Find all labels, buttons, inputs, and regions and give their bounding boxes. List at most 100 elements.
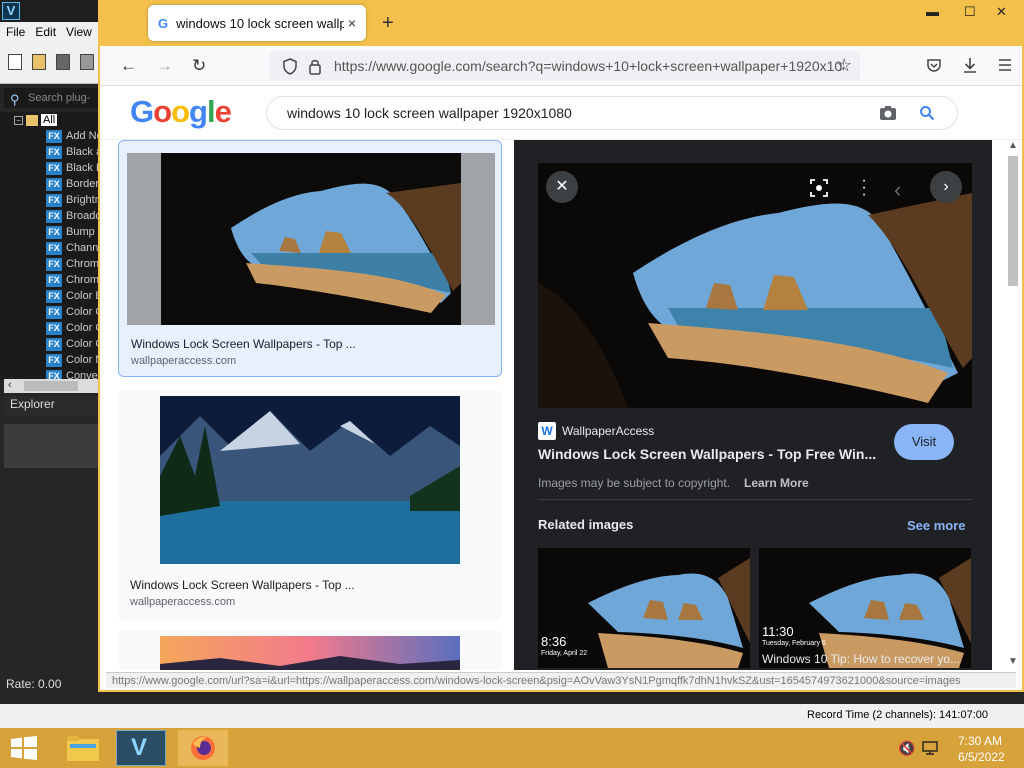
active-tab[interactable]: G windows 10 lock screen wallpaper 1920x… bbox=[148, 5, 366, 41]
result-title[interactable]: Windows Lock Screen Wallpapers - Top ... bbox=[131, 337, 356, 351]
related-date: Friday, April 22 bbox=[541, 650, 588, 657]
clock-time[interactable]: 7:30 AM bbox=[958, 734, 1002, 748]
scroll-down-icon[interactable]: ▼ bbox=[1008, 656, 1018, 667]
related-caption[interactable]: Windows 10 Tip: How to recover yo... bbox=[762, 652, 960, 666]
plugin-item[interactable]: FX Color G bbox=[0, 320, 100, 336]
firefox-icon bbox=[191, 736, 215, 760]
related-image[interactable]: 11:30 Tuesday, February 6 Windows 10 Tip… bbox=[759, 548, 971, 668]
new-file-icon[interactable] bbox=[8, 54, 22, 70]
result-title[interactable]: Windows Lock Screen Wallpapers - Top ... bbox=[130, 578, 355, 592]
plugin-search-input[interactable]: ⚲ Search plug-ins bbox=[4, 88, 100, 124]
scroll-thumb[interactable] bbox=[1008, 156, 1018, 286]
result-source[interactable]: wallpaperaccess.com bbox=[130, 596, 235, 608]
google-header: Google windows 10 lock screen wallpaper … bbox=[100, 86, 1022, 140]
plugin-item[interactable]: FX Add No bbox=[0, 128, 100, 144]
file-explorer-taskbar-button[interactable] bbox=[58, 730, 108, 766]
related-time: 11:30 bbox=[762, 624, 794, 639]
shield-icon[interactable] bbox=[282, 58, 298, 75]
menu-icon[interactable] bbox=[998, 58, 1012, 72]
windows-logo-icon bbox=[11, 736, 37, 760]
address-bar[interactable]: https://www.google.com/search?q=windows+… bbox=[270, 51, 860, 81]
open-folder-icon[interactable] bbox=[32, 54, 46, 70]
lake-thumbnail[interactable] bbox=[160, 396, 460, 564]
collapse-icon[interactable]: − bbox=[14, 116, 23, 125]
plugin-item[interactable]: FX Chrom bbox=[0, 272, 100, 288]
preview-title[interactable]: Windows Lock Screen Wallpapers - Top Fre… bbox=[538, 446, 876, 462]
lens-icon[interactable] bbox=[810, 179, 828, 197]
tree-horizontal-scrollbar[interactable]: ‹ bbox=[4, 379, 100, 393]
plugin-item[interactable]: FX Color G bbox=[0, 336, 100, 352]
plugin-item[interactable]: FX Broadc bbox=[0, 208, 100, 224]
prev-image-icon[interactable]: ‹ bbox=[894, 177, 901, 203]
scroll-thumb[interactable] bbox=[24, 381, 78, 391]
tab-close-icon[interactable]: × bbox=[348, 15, 356, 31]
visit-button[interactable]: Visit bbox=[894, 424, 954, 460]
fx-icon: FX bbox=[46, 241, 62, 255]
next-image-button[interactable]: › bbox=[930, 171, 962, 203]
menu-file[interactable]: File bbox=[6, 25, 25, 39]
sunset-thumbnail[interactable] bbox=[160, 636, 460, 670]
back-icon[interactable]: ← bbox=[120, 56, 137, 76]
forward-icon[interactable]: → bbox=[156, 56, 173, 76]
search-icon[interactable] bbox=[919, 105, 935, 121]
result-source[interactable]: wallpaperaccess.com bbox=[131, 355, 236, 367]
network-icon[interactable] bbox=[922, 740, 938, 756]
speaker-muted-icon[interactable]: 🔇 bbox=[898, 740, 915, 757]
firefox-taskbar-button[interactable] bbox=[178, 730, 228, 766]
learn-more-link[interactable]: Learn More bbox=[744, 476, 809, 490]
clock-date[interactable]: 6/5/2022 bbox=[958, 750, 1005, 764]
maximize-button[interactable]: ☐ bbox=[964, 4, 976, 20]
close-preview-button[interactable]: ✕ bbox=[546, 171, 578, 203]
minimize-button[interactable]: ▬ bbox=[926, 4, 939, 19]
downloads-icon[interactable] bbox=[962, 56, 978, 74]
plugin-item[interactable]: FX Brightn bbox=[0, 192, 100, 208]
cave-preview-image[interactable] bbox=[538, 163, 972, 408]
new-tab-button[interactable]: + bbox=[382, 12, 394, 35]
plugin-item[interactable]: FX Black a bbox=[0, 144, 100, 160]
related-image[interactable]: 8:36 Friday, April 22 bbox=[538, 548, 750, 668]
scroll-up-icon[interactable]: ▲ bbox=[1008, 140, 1018, 151]
browser-window: G windows 10 lock screen wallpaper 1920x… bbox=[98, 0, 1024, 692]
preview-scrollbar[interactable]: ▲ ▼ bbox=[992, 140, 1022, 670]
plugin-item[interactable]: FX Black F bbox=[0, 160, 100, 176]
cave-thumbnail[interactable] bbox=[161, 153, 461, 325]
search-query[interactable]: windows 10 lock screen wallpaper 1920x10… bbox=[287, 105, 572, 121]
plugin-item[interactable]: FX Color M bbox=[0, 352, 100, 368]
explorer-panel bbox=[4, 424, 100, 468]
editor-toolbar bbox=[0, 42, 100, 84]
google-favicon-icon: G bbox=[158, 15, 169, 31]
cut-icon[interactable] bbox=[80, 54, 94, 70]
camera-icon[interactable] bbox=[879, 105, 897, 121]
see-more-link[interactable]: See more bbox=[907, 518, 966, 533]
lock-icon[interactable] bbox=[308, 58, 322, 75]
plugin-item[interactable]: FX Chrom bbox=[0, 256, 100, 272]
fx-icon: FX bbox=[46, 177, 62, 191]
menu-view[interactable]: View bbox=[66, 25, 92, 39]
pocket-icon[interactable] bbox=[926, 57, 942, 73]
related-thumbnail bbox=[759, 548, 971, 668]
google-logo[interactable]: Google bbox=[130, 94, 232, 130]
reload-icon[interactable]: ↻ bbox=[192, 56, 206, 76]
save-icon[interactable] bbox=[56, 54, 70, 70]
more-options-icon[interactable]: · · · bbox=[858, 173, 870, 203]
plugin-item[interactable]: FX Border bbox=[0, 176, 100, 192]
plugin-item[interactable]: FX Bump M bbox=[0, 224, 100, 240]
plugin-item[interactable]: FX Color B bbox=[0, 288, 100, 304]
scroll-left-icon[interactable]: ‹ bbox=[8, 379, 12, 391]
google-search-box[interactable]: windows 10 lock screen wallpaper 1920x10… bbox=[266, 96, 958, 130]
image-result[interactable]: Windows Lock Screen Wallpapers - Top ...… bbox=[118, 390, 502, 620]
plugin-item[interactable]: FX Chann bbox=[0, 240, 100, 256]
bookmark-star-icon[interactable]: ☆ bbox=[836, 55, 852, 76]
google-logo-letter: o bbox=[153, 94, 172, 129]
close-window-button[interactable]: ✕ bbox=[996, 4, 1007, 20]
url-text: https://www.google.com/search?q=windows+… bbox=[334, 58, 844, 74]
explorer-tab[interactable]: Explorer bbox=[4, 396, 100, 416]
menu-edit[interactable]: Edit bbox=[35, 25, 56, 39]
editor-taskbar-button[interactable]: V bbox=[116, 730, 166, 766]
tree-root[interactable]: − All bbox=[0, 112, 100, 128]
image-result[interactable] bbox=[118, 630, 502, 670]
preview-site[interactable]: WallpaperAccess bbox=[562, 424, 654, 438]
start-button[interactable] bbox=[10, 736, 38, 763]
plugin-item[interactable]: FX Color C bbox=[0, 304, 100, 320]
image-result[interactable]: Windows Lock Screen Wallpapers - Top ...… bbox=[118, 140, 502, 377]
